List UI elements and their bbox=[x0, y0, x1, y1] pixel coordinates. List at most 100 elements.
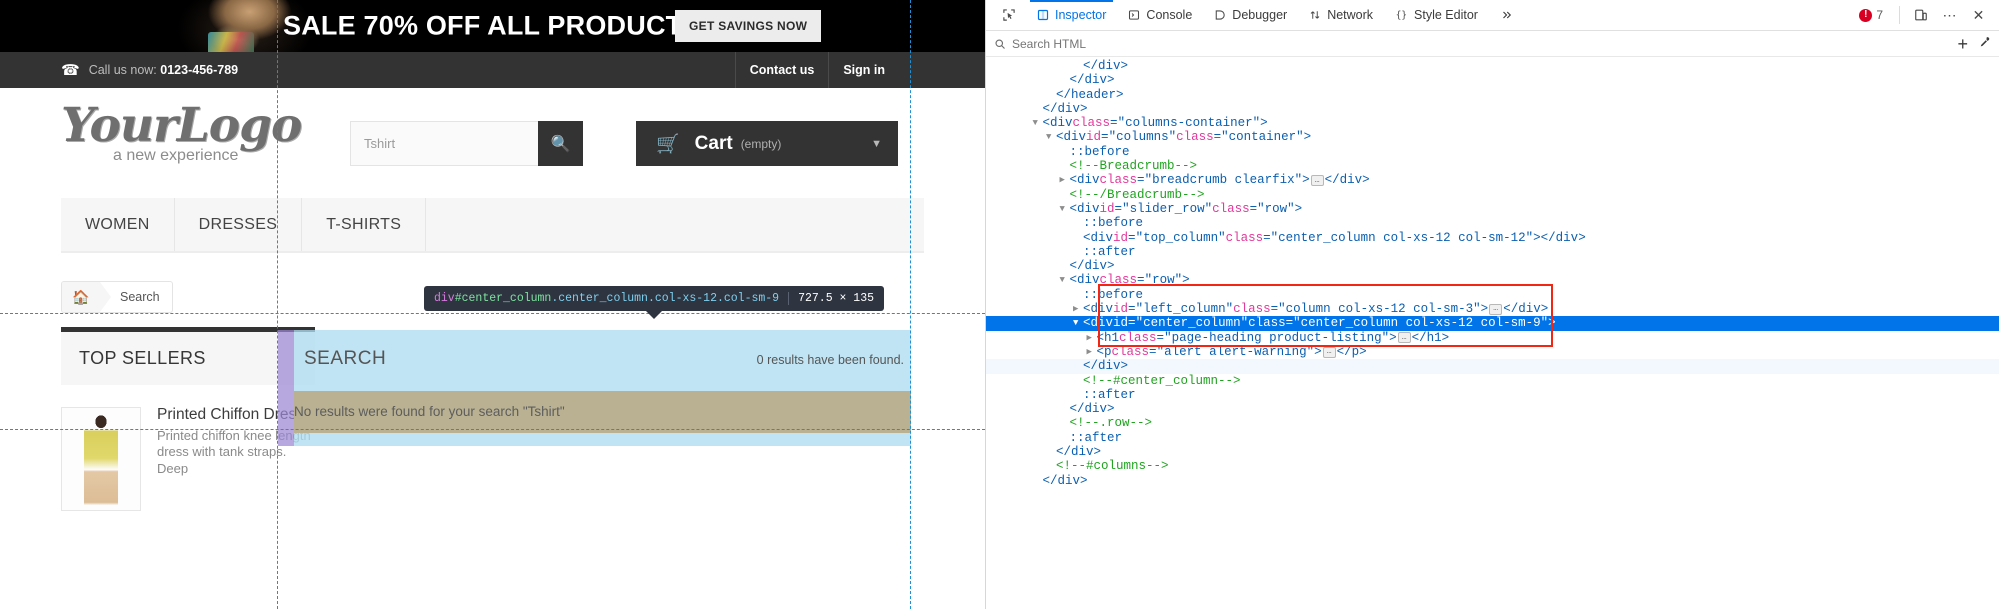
tree-node[interactable]: <!--Breadcrumb--> bbox=[986, 159, 1999, 173]
tree-node[interactable]: </div> bbox=[986, 474, 1999, 488]
tree-node[interactable]: </header> bbox=[986, 88, 1999, 102]
tree-node[interactable]: ▶<h1 class="page-heading product-listing… bbox=[986, 331, 1999, 345]
tree-token: > bbox=[1107, 402, 1115, 416]
tree-token: > bbox=[1541, 302, 1549, 316]
twisty-expanded-icon[interactable]: ▼ bbox=[1060, 273, 1070, 287]
nav-item-women[interactable]: WOMEN bbox=[61, 198, 175, 251]
search-input[interactable] bbox=[350, 121, 538, 166]
tree-token: < bbox=[1070, 173, 1078, 187]
tree-node[interactable]: ::before bbox=[986, 145, 1999, 159]
call-us-block: ☎ Call us now: 0123-456-789 bbox=[0, 61, 238, 79]
top-sellers-product[interactable]: Printed Chiffon Dress Printed chiffon kn… bbox=[61, 407, 315, 511]
tree-token: id bbox=[1086, 130, 1101, 144]
plus-icon[interactable]: + bbox=[1957, 35, 1968, 53]
collapsed-children-icon[interactable]: … bbox=[1323, 347, 1336, 358]
site-logo[interactable]: YourLogo a new experience bbox=[61, 102, 311, 165]
collapsed-children-icon[interactable]: … bbox=[1489, 304, 1502, 315]
tree-node[interactable]: ▼<div id="slider_row" class="row"> bbox=[986, 202, 1999, 216]
tabs-overflow-button[interactable] bbox=[1489, 0, 1524, 30]
sign-in-link[interactable]: Sign in bbox=[828, 52, 899, 88]
twisty-expanded-icon[interactable]: ▼ bbox=[1033, 116, 1043, 130]
tooltip-dimensions: 727.5 × 135 bbox=[798, 292, 874, 305]
tree-token: > bbox=[1548, 316, 1556, 330]
twisty-expanded-icon[interactable]: ▼ bbox=[1073, 316, 1083, 330]
chevron-double-right-icon bbox=[1500, 9, 1513, 21]
tree-token: class bbox=[1100, 273, 1138, 287]
twisty-collapsed-icon[interactable]: ▶ bbox=[1060, 173, 1070, 187]
tree-token: </ bbox=[1503, 302, 1518, 316]
error-count-badge[interactable]: ! 7 bbox=[1850, 8, 1892, 22]
tree-node[interactable]: </div> bbox=[986, 73, 1999, 87]
tree-token: = bbox=[1214, 130, 1222, 144]
tree-token: </ bbox=[1043, 474, 1058, 488]
tree-node[interactable]: </div> bbox=[986, 359, 1999, 373]
product-thumbnail[interactable] bbox=[61, 407, 141, 511]
search-submit-button[interactable]: 🔍 bbox=[538, 121, 583, 166]
element-picker-icon[interactable] bbox=[992, 0, 1026, 30]
tree-node[interactable]: </div> bbox=[986, 402, 1999, 416]
tree-node[interactable]: </div> bbox=[986, 59, 1999, 73]
tab-network[interactable]: Network bbox=[1298, 0, 1384, 30]
cart-block[interactable]: 🛒 Cart (empty) ▼ bbox=[636, 121, 898, 166]
tree-token: div bbox=[1058, 474, 1081, 488]
tree-node[interactable]: ▼<div class="row"> bbox=[986, 273, 1999, 287]
twisty-collapsed-icon[interactable]: ▶ bbox=[1087, 331, 1097, 345]
tree-node[interactable]: ▶<p class="alert alert-warning">…</p> bbox=[986, 345, 1999, 359]
tree-node[interactable]: ::before bbox=[986, 288, 1999, 302]
collapsed-children-icon[interactable]: … bbox=[1398, 332, 1411, 343]
tab-debugger[interactable]: Debugger bbox=[1203, 0, 1298, 30]
tree-node[interactable]: ▼<div id="columns" class="container"> bbox=[986, 130, 1999, 144]
breadcrumb-current: Search bbox=[120, 290, 160, 304]
tree-node[interactable]: ::after bbox=[986, 388, 1999, 402]
tree-node[interactable]: </div> bbox=[986, 102, 1999, 116]
tree-node[interactable]: </div> bbox=[986, 259, 1999, 273]
tree-node[interactable]: ▶<div class="breadcrumb clearfix">…</div… bbox=[986, 173, 1999, 187]
tree-token: class bbox=[1233, 302, 1271, 316]
tree-node[interactable]: </div> bbox=[986, 445, 1999, 459]
contact-us-link[interactable]: Contact us bbox=[735, 52, 829, 88]
tree-token: div bbox=[1071, 445, 1094, 459]
twisty-expanded-icon[interactable]: ▼ bbox=[1046, 130, 1056, 144]
collapsed-children-icon[interactable]: … bbox=[1311, 175, 1324, 186]
tree-node[interactable]: ::after bbox=[986, 431, 1999, 445]
tree-node[interactable]: <!--.row--> bbox=[986, 416, 1999, 430]
tree-token: h1 bbox=[1427, 331, 1442, 345]
tree-node[interactable]: <!--#center_column--> bbox=[986, 374, 1999, 388]
screenshot-root: SALE 70% OFF ALL PRODUCTS GET SAVINGS NO… bbox=[0, 0, 1999, 609]
more-options-icon[interactable]: ⋯ bbox=[1936, 2, 1963, 29]
tree-token: < bbox=[1070, 202, 1078, 216]
tree-node[interactable]: ▼<div class="columns-container"> bbox=[986, 116, 1999, 130]
tree-node-selected[interactable]: ▼<div id="center_column" class="center_c… bbox=[986, 316, 1999, 330]
tree-node[interactable]: ::before bbox=[986, 216, 1999, 230]
responsive-design-mode-icon[interactable] bbox=[1907, 2, 1934, 29]
tab-inspector[interactable]: Inspector bbox=[1026, 0, 1117, 30]
tab-style-editor[interactable]: {} Style Editor bbox=[1384, 0, 1489, 30]
tab-console-label: Console bbox=[1146, 8, 1192, 22]
tree-token: class bbox=[1119, 331, 1157, 345]
twisty-expanded-icon[interactable]: ▼ bbox=[1060, 202, 1070, 216]
home-icon[interactable]: 🏠 bbox=[62, 282, 100, 312]
get-savings-now-button[interactable]: GET SAVINGS NOW bbox=[675, 10, 821, 42]
twisty-collapsed-icon[interactable]: ▶ bbox=[1073, 302, 1083, 316]
html-tree[interactable]: </div></div></header></div>▼<div class="… bbox=[986, 57, 1999, 609]
tree-node[interactable]: <div id="top_column" class="center_colum… bbox=[986, 231, 1999, 245]
chevron-down-icon[interactable]: ▼ bbox=[871, 138, 882, 150]
tree-token: div bbox=[1091, 302, 1114, 316]
tree-node[interactable]: ::after bbox=[986, 245, 1999, 259]
tree-node[interactable]: <!--#columns--> bbox=[986, 459, 1999, 473]
close-icon[interactable]: ✕ bbox=[1965, 2, 1992, 29]
tree-token: < bbox=[1097, 345, 1105, 359]
top-sellers-block-header: TOP SELLERS bbox=[61, 327, 315, 385]
network-icon bbox=[1309, 9, 1321, 21]
eyedropper-icon[interactable] bbox=[1978, 36, 1991, 52]
twisty-collapsed-icon[interactable]: ▶ bbox=[1087, 345, 1097, 359]
tree-node[interactable]: ▶<div id="left_column" class="column col… bbox=[986, 302, 1999, 316]
no-results-alert: No results were found for your search "T… bbox=[294, 404, 565, 419]
tree-node[interactable]: <!--/Breadcrumb--> bbox=[986, 188, 1999, 202]
tree-token: = bbox=[1128, 302, 1136, 316]
nav-item-dresses[interactable]: DRESSES bbox=[175, 198, 303, 251]
tree-token: "breadcrumb clearfix" bbox=[1145, 173, 1303, 187]
nav-item-tshirts[interactable]: T-SHIRTS bbox=[302, 198, 426, 251]
tab-console[interactable]: Console bbox=[1117, 0, 1203, 30]
search-html-input[interactable] bbox=[1012, 37, 1957, 51]
